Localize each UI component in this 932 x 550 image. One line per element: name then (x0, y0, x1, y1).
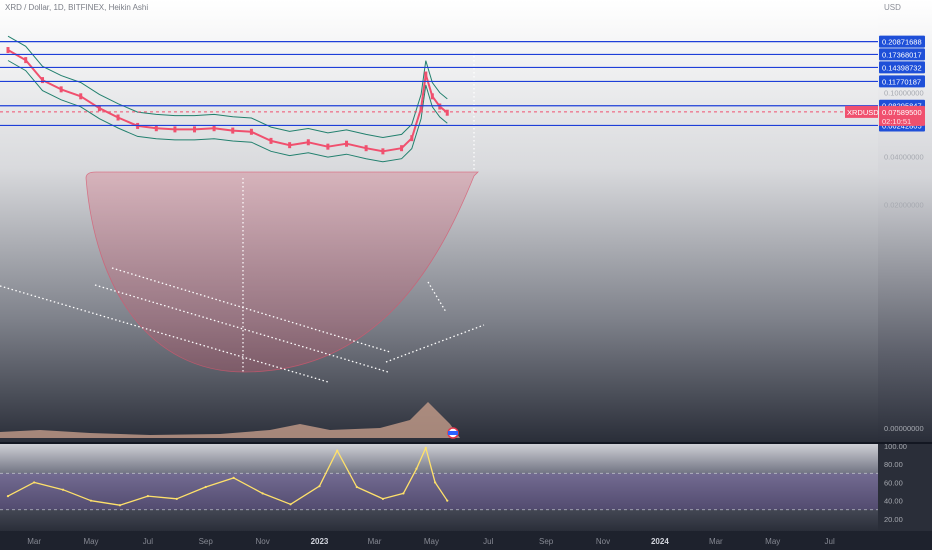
upper-band-line (7, 35, 448, 139)
price-candle (438, 103, 442, 110)
price-candle (79, 93, 83, 100)
rsi-point (146, 495, 149, 498)
level-label: 0.14398732 (882, 63, 922, 72)
rsi-point (381, 497, 385, 500)
price-candle (364, 145, 368, 152)
chart-title: XRD / Dollar, 1D, BITFINEX, Heikin Ashi (5, 3, 149, 12)
countdown-label: 02:10:51 (882, 117, 911, 126)
level-label: 0.11770187 (882, 77, 921, 86)
rsi-point (6, 495, 10, 498)
price-candle (212, 125, 216, 132)
time-tick-label: Mar (27, 537, 41, 546)
price-candle (41, 77, 45, 84)
flag-marker-band (448, 431, 458, 435)
last-price-label: 0.07589500 (882, 108, 922, 117)
price-candle (430, 93, 434, 100)
price-line (7, 49, 448, 153)
rsi-point (434, 481, 437, 484)
price-candle (231, 127, 235, 134)
price-candle (445, 109, 449, 116)
rsi-point (318, 484, 321, 488)
time-tick-label: Sep (199, 537, 214, 546)
price-candle (249, 128, 253, 135)
cup-shading (85, 171, 479, 373)
time-tick-label: May (765, 537, 780, 546)
rsi-point (424, 446, 427, 449)
rsi-point (446, 499, 449, 502)
price-candle (326, 143, 330, 150)
rsi-tick-label: 80.00 (884, 460, 903, 469)
rsi-point (89, 499, 93, 502)
price-candle (24, 57, 28, 64)
rsi-band (0, 473, 878, 510)
price-candle (288, 142, 292, 149)
volume-profile (0, 402, 460, 438)
rsi-point (261, 492, 264, 495)
rsi-tick-label: 20.00 (884, 515, 903, 524)
time-tick-label: Mar (368, 537, 382, 546)
rsi-point (336, 449, 339, 452)
rsi-tick-label: 40.00 (884, 497, 903, 506)
price-candle (381, 148, 385, 155)
currency-label: USD (884, 3, 901, 12)
time-tick-label: Mar (709, 537, 723, 546)
price-candle (306, 139, 310, 146)
price-candle (424, 71, 428, 78)
time-tick-label: 2023 (311, 537, 329, 546)
price-tick-label: 0.02000000 (884, 200, 924, 209)
rsi-point (355, 485, 358, 489)
rsi-point (61, 488, 65, 491)
time-tick-label: Sep (539, 537, 554, 546)
level-label: 0.20871688 (882, 38, 922, 47)
time-tick-label: Jul (483, 537, 493, 546)
rsi-point (204, 485, 207, 489)
time-tick-label: Jul (143, 537, 153, 546)
price-tick-label: 0.04000000 (884, 152, 924, 161)
rsi-point (33, 481, 36, 484)
rsi-point (175, 497, 178, 500)
rsi-point (232, 476, 235, 479)
lower-band-line (7, 60, 448, 163)
trendline (385, 324, 485, 363)
chart-svg: Mar May Jul Sep Nov 2023 Mar May Jul Sep Nov 2024 Ma… (0, 34, 932, 546)
price-tick-label: 0.00000000 (884, 424, 924, 433)
price-tick-label: 0.10000000 (884, 89, 924, 98)
price-candle (269, 137, 273, 144)
price-candle (116, 114, 120, 121)
level-label: 0.17368017 (882, 50, 922, 59)
rsi-point (289, 503, 292, 506)
price-candle (410, 135, 414, 142)
rsi-point (118, 504, 122, 507)
time-tick-label: Jul (825, 537, 835, 546)
price-candle (173, 126, 177, 133)
time-tick-label: Nov (255, 537, 269, 546)
rsi-tick-label: 60.00 (884, 478, 903, 487)
trendline (427, 281, 447, 313)
rsi-point (402, 492, 405, 495)
price-candle (154, 125, 158, 132)
price-candle (59, 86, 63, 93)
symbol-label: XRDUSD (847, 108, 879, 117)
time-tick-label: Nov (596, 537, 610, 546)
rsi-point (415, 467, 418, 470)
time-tick-label: May (424, 537, 439, 546)
price-candle (345, 140, 349, 147)
price-candle (400, 145, 404, 152)
time-tick-label: May (83, 537, 98, 546)
price-candle (6, 47, 10, 54)
time-tick-label: 2024 (651, 537, 669, 546)
price-candle (193, 126, 197, 133)
